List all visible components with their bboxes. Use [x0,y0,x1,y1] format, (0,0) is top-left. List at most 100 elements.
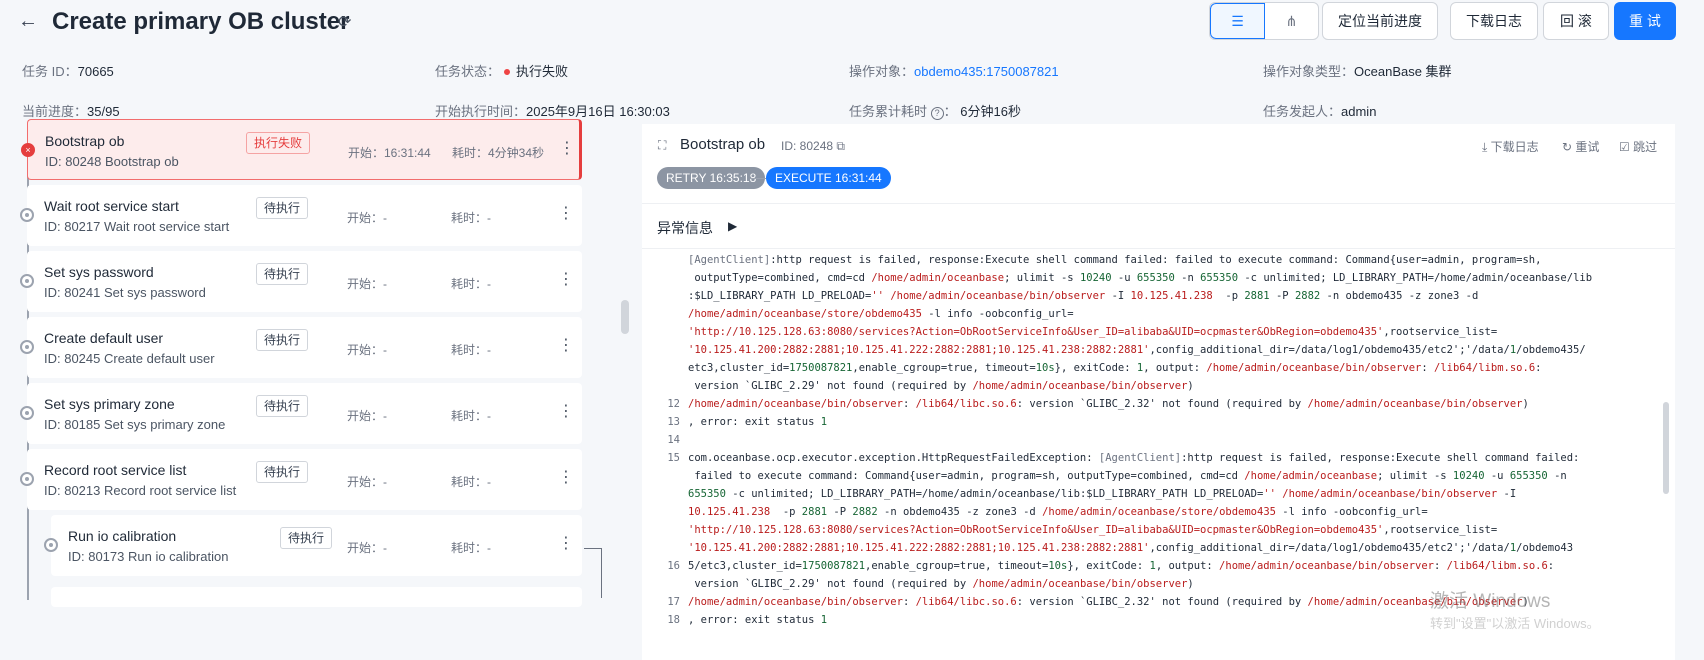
step-name: Bootstrap ob [45,133,125,149]
step-item-create-default-user[interactable]: Create default user ID: 80245 Create def… [20,317,582,378]
step-cost: 耗时：4分钟34秒 [452,146,545,160]
step-cost: 耗时：- [451,409,491,423]
task-status-field: 任务状态： 执行失败 [435,61,568,80]
list-view-icon[interactable]: ☰ [1210,3,1265,39]
log-line: etc3,cluster_id=1750087821,enable_cgroup… [688,362,1542,374]
step-name: Set sys password [44,264,154,280]
expand-icon[interactable]: ⛶ [658,138,666,153]
caret-right-icon[interactable]: ▶ [728,219,737,233]
step-name: Run io calibration [68,528,177,544]
detail-retry-link[interactable]: ↻ 重试 [1562,138,1599,155]
line-number: 15 [667,452,680,464]
step-item-bootstrap-ob[interactable]: × Bootstrap ob ID: 80248 Bootstrap ob 执行… [21,119,582,180]
left-scrollbar[interactable] [621,300,629,334]
target-label: 操作对象： [849,64,915,79]
step-start: 开始：16:31:44 [348,146,431,160]
start-time-field: 开始执行时间：2025年9月16日 16:30:03 [435,101,670,120]
progress-label: 当前进度： [22,104,88,119]
step-item-set-sys-primary-zone[interactable]: Set sys primary zone ID: 80185 Set sys p… [20,383,582,444]
step-start: 开始：- [347,343,387,357]
log-line: '10.125.41.200:2882:2881;10.125.41.222:2… [688,542,1574,554]
more-vertical-icon[interactable]: ⋮ [559,138,575,158]
more-vertical-icon[interactable]: ⋮ [558,335,574,355]
detail-skip-label: 跳过 [1633,140,1658,154]
detail-download-link[interactable]: ⤓ 下载日志 [1482,138,1539,155]
tree-view-icon[interactable]: ⋔ [1265,3,1318,39]
divider [642,203,1675,204]
line-number: 12 [667,398,680,410]
download-log-button[interactable]: 下载日志 [1450,2,1538,40]
locate-progress-button[interactable]: 定位当前进度 [1322,2,1438,40]
log-line: 'http://10.125.128.63:8080/services?Acti… [688,524,1498,536]
elapsed-label: 任务累计耗时 [849,104,928,119]
step-id: ID: 80245 Create default user [44,351,215,366]
target-type-value: OceanBase 集群 [1354,64,1452,79]
task-status-label: 任务状态： [435,64,501,79]
log-line: 655350 -c unlimited; LD_LIBRARY_PATH=/ho… [688,488,1517,500]
log-line: outputType=combined, cmd=cd /home/admin/… [688,272,1593,284]
log-scrollbar[interactable] [1662,250,1670,656]
step-item-wait-root-service-start[interactable]: Wait root service start ID: 80217 Wait r… [20,185,582,246]
pending-node-icon [20,472,34,486]
log-line: com.oceanbase.ocp.executor.exception.Htt… [688,452,1580,464]
retry-icon: ↻ [1562,140,1573,154]
step-start: 开始：- [347,475,387,489]
line-number: 16 [667,560,680,572]
step-start: 开始：- [347,409,387,423]
progress-field: 当前进度：35/95 [22,101,120,120]
log-line: /home/admin/oceanbase/store/obdemo435 -l… [688,308,1074,320]
detail-id-text: ID: 80248 [781,139,834,153]
log-line: /home/admin/oceanbase/bin/observer: /lib… [688,596,1529,608]
pending-node-icon [20,406,34,420]
copy-icon[interactable]: ⧉ [836,139,845,153]
log-line: :$LD_LIBRARY_PATH LD_PRELOAD='' /home/ad… [688,290,1479,302]
pending-node-icon [20,274,34,288]
step-cost: 耗时：- [451,211,491,225]
retry-button[interactable]: 重 试 [1614,2,1676,40]
task-id-value: 70665 [77,64,114,79]
status-badge: 待执行 [256,395,309,417]
target-link[interactable]: obdemo435:1750087821 [914,64,1059,79]
log-line: version `GLIBC_2.29' not found (required… [688,578,1194,590]
windows-activation-hint: 转到"设置"以激活 Windows。 [1430,616,1600,631]
more-vertical-icon[interactable]: ⋮ [558,467,574,487]
status-badge: 待执行 [256,461,309,483]
target-type-label: 操作对象类型： [1263,64,1355,79]
more-vertical-icon[interactable]: ⋮ [558,269,574,289]
more-vertical-icon[interactable]: ⋮ [558,401,574,421]
rollback-button[interactable]: 回 滚 [1543,2,1609,40]
initiator-value: admin [1341,104,1377,119]
step-item-record-root-service-list[interactable]: Record root service list ID: 80213 Recor… [20,449,582,510]
step-id: ID: 80185 Set sys primary zone [44,417,226,432]
execute-history-chip[interactable]: EXECUTE 16:31:44 [766,167,891,189]
windows-activation-watermark: 激活 Windows [1430,591,1551,612]
step-item-run-io-calibration[interactable]: Run io calibration ID: 80173 Run io cali… [44,515,582,576]
step-name: Create default user [44,330,164,346]
chip-connector [750,178,766,179]
more-vertical-icon[interactable]: ⋮ [558,203,574,223]
status-dot-icon [504,69,511,75]
step-id: ID: 80217 Wait root service start [44,219,230,234]
elapsed-value: 6分钟16秒 [960,104,1021,119]
detail-download-label: 下载日志 [1490,140,1539,154]
status-badge: 待执行 [280,527,333,549]
page-title: Create primary OB cluster [52,8,350,35]
detail-skip-link[interactable]: ☑ 跳过 [1619,138,1657,155]
help-icon[interactable]: ? [930,107,944,120]
scrollbar-thumb[interactable] [1663,402,1669,494]
arrow-left-icon[interactable]: ← [18,10,38,33]
refresh-icon[interactable]: ⟳ [338,12,351,32]
more-vertical-icon[interactable]: ⋮ [558,533,574,553]
log-line: 5/etc3,cluster_id=1750087821,enable_cgro… [688,560,1555,572]
detail-retry-label: 重试 [1575,140,1600,154]
step-id: ID: 80248 Bootstrap ob [45,154,179,169]
log-line: , error: exit status 1 [688,416,828,428]
log-line: failed to execute command: Command{user=… [688,470,1567,482]
status-badge: 待执行 [256,263,309,285]
step-item-set-sys-password[interactable]: Set sys password ID: 80241 Set sys passw… [20,251,582,312]
detail-title: Bootstrap ob [680,136,766,153]
substep-bracket [584,548,602,598]
download-icon: ⤓ [1482,140,1488,154]
target-field: 操作对象：obdemo435:1750087821 [849,61,1059,80]
step-name: Wait root service start [44,198,179,214]
